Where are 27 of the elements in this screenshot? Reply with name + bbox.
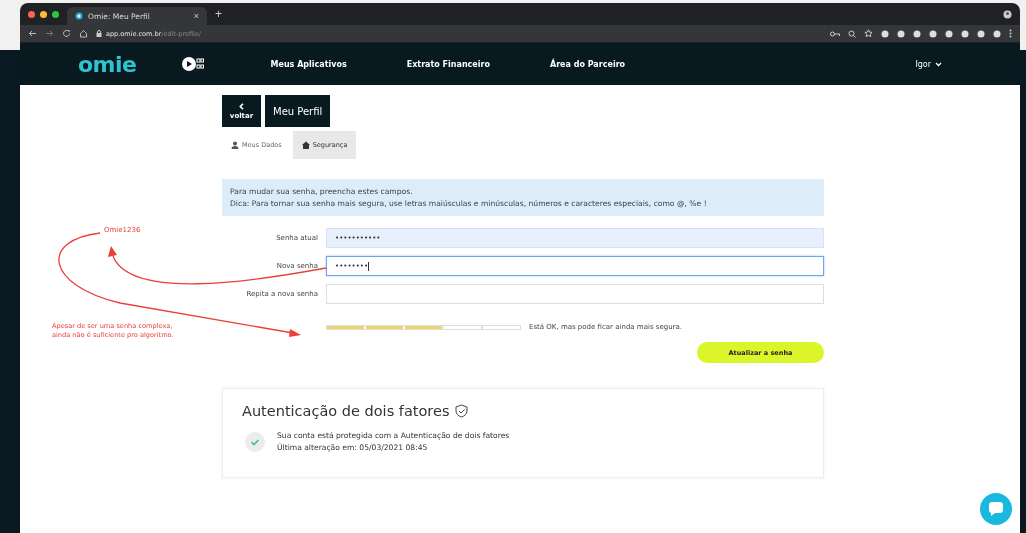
- home-icon[interactable]: [79, 29, 88, 38]
- back-arrow-icon[interactable]: [28, 29, 37, 38]
- chevron-down-icon: [935, 61, 942, 67]
- chevron-left-icon: [239, 102, 244, 110]
- star-icon[interactable]: [864, 29, 873, 38]
- nav-link[interactable]: Área do Parceiro: [549, 59, 626, 69]
- omie-logo[interactable]: omie: [78, 51, 137, 77]
- lock-icon: [96, 30, 102, 37]
- user-icon: [231, 141, 239, 149]
- profile-icon[interactable]: [1003, 9, 1012, 19]
- key-icon[interactable]: [830, 29, 840, 38]
- user-menu[interactable]: Igor: [915, 59, 942, 69]
- shield-check-icon: [455, 404, 469, 418]
- nav-link[interactable]: Extrato Financeiro: [406, 59, 490, 69]
- new-tab-button[interactable]: +: [215, 7, 222, 21]
- zoom-icon[interactable]: [848, 29, 856, 38]
- password-field[interactable]: [326, 284, 824, 304]
- forward-arrow-icon[interactable]: [45, 29, 54, 38]
- close-tab-button[interactable]: ×: [193, 11, 199, 21]
- home-icon: [301, 141, 310, 149]
- play-grid-icon[interactable]: [181, 57, 204, 71]
- nav-link[interactable]: Meus Aplicativos: [270, 59, 347, 69]
- page-title: Meu Perfil: [265, 95, 331, 127]
- menu-icon[interactable]: [1009, 29, 1012, 38]
- reload-icon[interactable]: [62, 29, 71, 38]
- favicon-icon: [75, 12, 83, 20]
- card-title: Autenticação de dois fatores: [242, 403, 450, 419]
